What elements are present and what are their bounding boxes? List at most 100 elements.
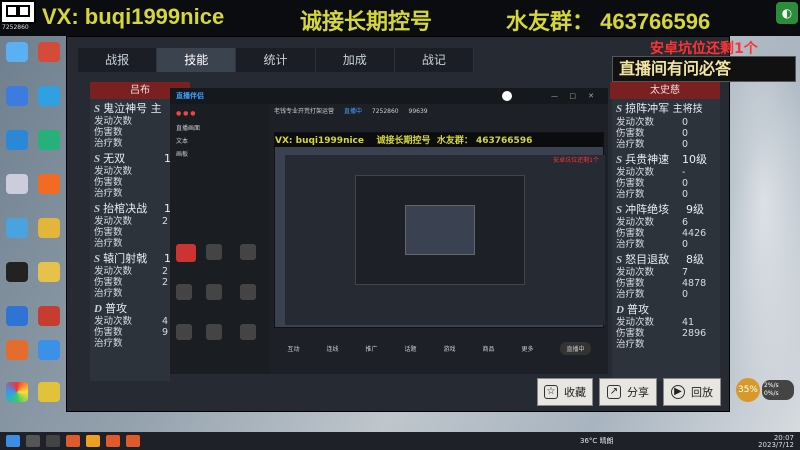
room-header: 老钱专业开荒打架运营 直播中 7252860 99639 bbox=[274, 106, 604, 132]
desktop-icon[interactable] bbox=[34, 262, 64, 284]
desktop-icon[interactable] bbox=[2, 262, 32, 284]
desktop-icon[interactable] bbox=[34, 42, 64, 64]
star-icon: ☆ bbox=[544, 385, 558, 399]
avatar[interactable] bbox=[502, 91, 512, 101]
desktop-icon[interactable] bbox=[34, 218, 64, 240]
banner-vx: VX: buqi1999nice bbox=[42, 4, 225, 29]
app-icon[interactable] bbox=[66, 435, 80, 447]
tab-bonus[interactable]: 加成 bbox=[316, 48, 395, 72]
tool-icon[interactable] bbox=[206, 324, 222, 340]
desktop-icon[interactable] bbox=[34, 306, 64, 328]
stream-banner: 7252860 VX: buqi1999nice 诚接长期控号 水友群： 463… bbox=[0, 0, 800, 36]
search-icon[interactable] bbox=[26, 435, 40, 447]
share-icon: ↗ bbox=[607, 385, 621, 399]
tab-stats[interactable]: 统计 bbox=[236, 48, 316, 72]
desktop-icon[interactable] bbox=[34, 340, 64, 362]
qq-id: 7252860 bbox=[2, 24, 29, 31]
view-count: 99639 bbox=[408, 108, 428, 115]
tab-skills[interactable]: 技能 bbox=[157, 48, 237, 72]
desktop-icon[interactable] bbox=[2, 340, 32, 362]
tab-records[interactable]: 战记 bbox=[395, 48, 475, 72]
desktop-icon[interactable] bbox=[2, 86, 32, 108]
app-icon[interactable] bbox=[126, 435, 140, 447]
preview-banner: VX: buqi1999nice 诚接长期控号 水友群： 463766596 bbox=[275, 133, 603, 147]
desktop-icon[interactable] bbox=[2, 382, 32, 404]
desktop-icon[interactable] bbox=[2, 174, 32, 196]
desktop-icon[interactable] bbox=[2, 130, 32, 152]
desktop-icon[interactable] bbox=[34, 86, 64, 108]
streamer-sign: 直播间有问必答 bbox=[612, 56, 796, 82]
tool-icon[interactable] bbox=[240, 244, 256, 260]
desktop-icon[interactable] bbox=[34, 174, 64, 196]
wechat-app-icon[interactable]: ◐ bbox=[776, 2, 798, 24]
replay-button[interactable]: ▶ 回放 bbox=[663, 378, 721, 406]
live-tool-icon[interactable] bbox=[176, 244, 196, 262]
desktop-icon[interactable] bbox=[2, 306, 32, 328]
skill-entry: S 兵贵神速 10级 发动次数 - 伤害数 0 治疗数 0 bbox=[616, 153, 707, 200]
desktop-icons bbox=[0, 40, 64, 420]
room-id: 7252860 bbox=[371, 108, 399, 115]
net-speed: 2%/s 0%/s bbox=[762, 380, 794, 400]
battery-indicator: 35% bbox=[736, 378, 760, 402]
close-icon[interactable]: ✕ bbox=[588, 92, 594, 100]
tool-icon[interactable] bbox=[176, 324, 192, 340]
scene-item[interactable]: 画板 bbox=[176, 149, 264, 158]
skill-entry: D 普攻 发动次数 41 伤害数 2896 治疗数 bbox=[616, 303, 707, 350]
play-icon: ▶ bbox=[671, 385, 685, 399]
qr-code-icon bbox=[0, 0, 36, 24]
left-skill-panel: S 鬼泣神号 主 发动次数 伤害数 治疗数 S 无双 1 发动次数 伤害数 治疗数 S… bbox=[90, 99, 170, 381]
skill-entry: S 辕门射戟 1 发动次数 2 伤害数 2 治疗数 bbox=[94, 252, 170, 299]
share-button[interactable]: ↗ 分享 bbox=[599, 378, 657, 406]
toolbar-button[interactable]: 推广 bbox=[365, 344, 377, 353]
weather: 36°C 晴朗 bbox=[580, 437, 614, 445]
skill-entry: S 怒目退敌 8级 发动次数 7 伤害数 4878 治疗数 0 bbox=[616, 253, 707, 300]
desktop-icon[interactable] bbox=[34, 130, 64, 152]
banner-slogan: 诚接长期控号 bbox=[300, 9, 433, 34]
folder-icon[interactable] bbox=[86, 435, 100, 447]
skill-entry: S 无双 1 发动次数 伤害数 治疗数 bbox=[94, 152, 170, 199]
preview-game: 安卓坑位还剩1个 bbox=[285, 155, 605, 325]
maximize-icon[interactable]: □ bbox=[569, 92, 576, 100]
live-label: 直播中 bbox=[343, 108, 362, 115]
tool-icon[interactable] bbox=[206, 244, 222, 260]
streaming-app-window: 直播伴侣 — □ ✕ ● ● ● 直播画面 文本 画板 老钱专业开荒打架运营 直… bbox=[170, 88, 608, 374]
right-hero-name: 太史慈 bbox=[610, 82, 720, 99]
minimize-icon[interactable]: — bbox=[551, 92, 558, 100]
desktop-icon[interactable] bbox=[34, 382, 64, 404]
scene-tab[interactable]: ● ● ● bbox=[176, 110, 264, 117]
promo-text: 安卓坑位还剩1个 bbox=[650, 41, 758, 57]
desktop-icon[interactable] bbox=[2, 218, 32, 240]
start-icon[interactable] bbox=[6, 435, 20, 447]
app-logo: 直播伴侣 bbox=[176, 92, 204, 100]
collect-button[interactable]: ☆ 收藏 bbox=[537, 378, 593, 406]
tool-icon[interactable] bbox=[240, 324, 256, 340]
room-title: 老钱专业开荒打架运营 bbox=[274, 108, 335, 115]
banner-group: 水友群： 463766596 bbox=[506, 9, 711, 34]
skill-entry: S 冲阵绝垓 9级 发动次数 6 伤害数 4426 治疗数 0 bbox=[616, 203, 707, 250]
stream-preview: VX: buqi1999nice 诚接长期控号 水友群： 463766596 安… bbox=[274, 132, 605, 328]
scene-item[interactable]: 文本 bbox=[176, 136, 264, 145]
scene-sidebar: ● ● ● 直播画面 文本 画板 bbox=[170, 104, 270, 374]
desktop-icon[interactable] bbox=[2, 42, 32, 64]
tool-icon[interactable] bbox=[240, 284, 256, 300]
toolbar-button[interactable]: 游戏 bbox=[443, 344, 455, 353]
clock[interactable]: 20:07 2023/7/12 bbox=[758, 435, 794, 449]
taskbar bbox=[0, 432, 800, 450]
skill-entry: S 掠阵冲军 主将技 发动次数 0 伤害数 0 治疗数 0 bbox=[616, 102, 703, 150]
skill-entry: S 鬼泣神号 主 发动次数 伤害数 治疗数 bbox=[94, 102, 162, 149]
tab-report[interactable]: 战报 bbox=[78, 48, 158, 72]
bottom-toolbar: 互动 连线 推广 话题 游戏 商品 更多 直播中 bbox=[274, 328, 604, 368]
right-skill-panel: S 掠阵冲军 主将技 发动次数 0 伤害数 0 治疗数 0 S 兵贵神速 10级 发动次数 -… bbox=[612, 99, 720, 381]
toolbar-button[interactable]: 更多 bbox=[521, 344, 533, 353]
scene-item[interactable]: 直播画面 bbox=[176, 123, 264, 132]
taskview-icon[interactable] bbox=[46, 435, 60, 447]
tool-icon[interactable] bbox=[176, 284, 192, 300]
live-status[interactable]: 直播中 bbox=[560, 341, 591, 355]
skill-entry: D 普攻 发动次数 4 伤害数 9 治疗数 bbox=[94, 302, 169, 349]
toolbar-button[interactable]: 互动 bbox=[287, 344, 299, 353]
tool-icon[interactable] bbox=[206, 284, 222, 300]
toolbar-button[interactable]: 连线 bbox=[326, 344, 338, 353]
toolbar-button[interactable]: 话题 bbox=[404, 344, 416, 353]
app-icon[interactable] bbox=[106, 435, 120, 447]
toolbar-button[interactable]: 商品 bbox=[482, 344, 494, 353]
